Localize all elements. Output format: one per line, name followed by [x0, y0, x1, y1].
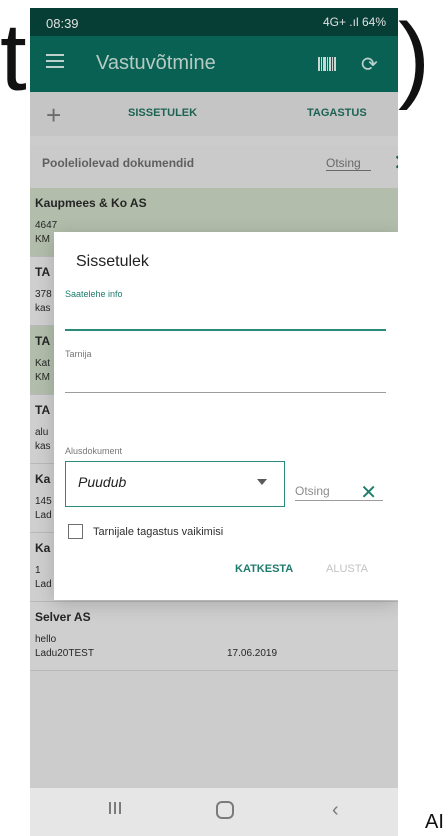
dialog-title: Sissetulek [76, 253, 149, 270]
basis-document-value: Puudub [78, 474, 127, 490]
delivery-note-input[interactable] [65, 329, 386, 331]
large-character-left: t [0, 4, 27, 111]
large-character-right: ) [398, 4, 430, 111]
basis-document-label: Alusdokument [65, 446, 123, 456]
bottom-fragment-text: AI [425, 811, 444, 833]
document-search-input[interactable]: Otsing ✕ [295, 482, 383, 504]
cancel-button[interactable]: KATKESTA [235, 563, 293, 575]
supplier-label: Tarnija [65, 349, 92, 359]
home-icon[interactable] [216, 801, 234, 819]
incoming-dialog: Sissetulek Saatelehe info Tarnija Alusdo… [54, 232, 398, 600]
basis-document-select[interactable]: Puudub [65, 461, 285, 507]
system-nav-bar: ‹ [30, 788, 398, 836]
clear-document-search-icon[interactable]: ✕ [360, 480, 377, 505]
recent-apps-icon[interactable] [109, 802, 121, 814]
document-search-placeholder: Otsing [295, 484, 330, 498]
default-return-label: Tarnijale tagastus vaikimisi [93, 526, 224, 538]
delivery-note-label: Saatelehe info [65, 289, 123, 299]
back-icon[interactable]: ‹ [332, 799, 339, 822]
supplier-input[interactable] [65, 392, 386, 393]
dropdown-arrow-icon [257, 479, 267, 485]
start-button[interactable]: ALUSTA [326, 563, 368, 575]
default-return-checkbox[interactable] [68, 524, 83, 539]
phone-screen: 08:39 4G+ .ıl 64% Vastuvõtmine ⟳ + SISSE… [30, 8, 398, 836]
